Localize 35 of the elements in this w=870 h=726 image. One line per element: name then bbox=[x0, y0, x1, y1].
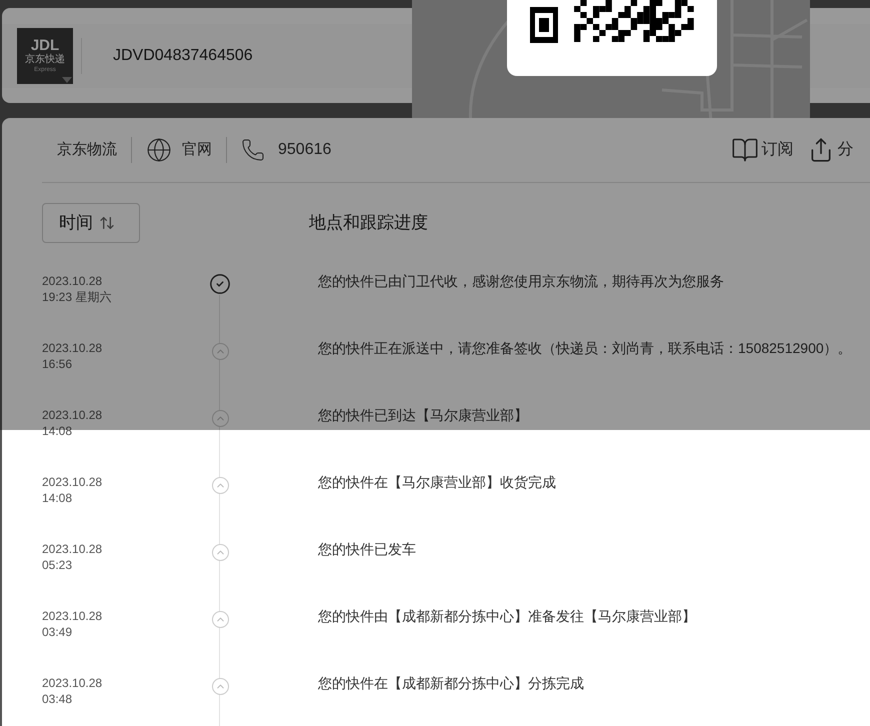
subscribe-button[interactable]: 订阅 bbox=[731, 136, 794, 164]
book-icon bbox=[731, 136, 760, 164]
logo-mark: JDL bbox=[30, 38, 60, 53]
event-date: 2023.10.28 bbox=[42, 474, 104, 490]
event-date: 2023.10.28 bbox=[42, 541, 104, 557]
event-description: 您的快件已由门卫代收，感谢您使用京东物流，期待再次为您服务 bbox=[318, 273, 724, 291]
event-description: 您的快件在【马尔康营业部】收货完成 bbox=[318, 474, 556, 492]
tracking-number: JDVD04837464506 bbox=[113, 46, 253, 66]
event-time: 14:08 bbox=[42, 490, 74, 506]
event-time: 05:23 bbox=[42, 557, 74, 573]
event-time: 16:56 bbox=[42, 356, 74, 372]
sort-time-button[interactable]: 时间 bbox=[42, 203, 140, 243]
phone-icon bbox=[241, 138, 265, 162]
event-date: 2023.10.28 bbox=[42, 340, 104, 356]
event-description: 您的快件已到达【马尔康营业部】 bbox=[318, 407, 528, 425]
event-description: 您的快件在【成都新都分拣中心】分拣完成 bbox=[318, 675, 584, 693]
website-link[interactable]: 官网 bbox=[182, 138, 212, 162]
event-time: 03:49 bbox=[42, 624, 74, 640]
globe-icon bbox=[146, 137, 172, 163]
event-time: 19:23 星期六 bbox=[42, 289, 112, 305]
dropdown-triangle-icon bbox=[62, 76, 72, 82]
sort-icon bbox=[99, 215, 115, 231]
progress-heading: 地点和跟踪进度 bbox=[309, 212, 428, 234]
event-date: 2023.10.28 bbox=[42, 608, 104, 624]
carrier-name[interactable]: 京东物流 bbox=[57, 138, 117, 162]
event-description: 您的快件正在派送中，请您准备签收（快递员：刘尚青，联系电话：15082512900）。 bbox=[318, 340, 852, 358]
event-description: 您的快件已发车 bbox=[318, 541, 416, 559]
logo-name: 京东快递 bbox=[25, 55, 65, 65]
phone-number: 950616 bbox=[278, 140, 332, 160]
share-button[interactable]: 分 bbox=[808, 137, 854, 163]
event-time: 03:48 bbox=[42, 691, 74, 707]
event-description: 您的快件由【成都新都分拣中心】准备发往【马尔康营业部】 bbox=[318, 608, 696, 626]
event-date: 2023.10.28 bbox=[42, 675, 104, 691]
event-date: 2023.10.28 bbox=[42, 407, 104, 423]
event-date: 2023.10.28 bbox=[42, 273, 104, 289]
